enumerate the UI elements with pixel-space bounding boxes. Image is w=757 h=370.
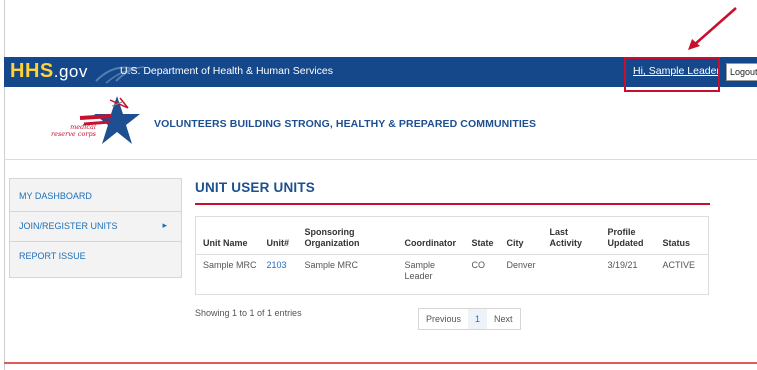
- column-header-unit-name[interactable]: Unit Name: [195, 216, 260, 255]
- footer-divider: [4, 362, 757, 364]
- pagination: Previous 1 Next: [418, 308, 521, 330]
- pagination-next-button[interactable]: Next: [487, 309, 520, 329]
- sidebar-item-my-dashboard[interactable]: MY DASHBOARD: [10, 179, 181, 212]
- annotation-arrow: [688, 7, 737, 50]
- hhs-top-bar: HHS.gov U.S. Department of Health & Huma…: [4, 57, 757, 87]
- entries-info: Showing 1 to 1 of 1 entries: [195, 308, 302, 318]
- column-header-coordinator[interactable]: Coordinator: [397, 216, 465, 255]
- cell-profile-updated: 3/19/21: [607, 260, 638, 270]
- cell-city: Denver: [506, 260, 536, 270]
- pagination-previous-button[interactable]: Previous: [419, 309, 468, 329]
- hhs-logo[interactable]: HHS.gov: [10, 60, 88, 83]
- column-header-status[interactable]: Status: [655, 216, 709, 255]
- column-header-profile-updated[interactable]: Profile Updated: [600, 216, 656, 255]
- page-title: UNIT USER UNITS: [195, 180, 316, 195]
- site-header: medical reserve corps VOLUNTEERS BUILDIN…: [4, 88, 757, 160]
- column-header-sponsoring-organization[interactable]: Sponsoring Organization: [297, 216, 398, 255]
- star-icon: [79, 96, 140, 144]
- table-row: Sample MRC 2103 Sample MRC Sample Leader…: [196, 255, 709, 295]
- pagination-page-1[interactable]: 1: [468, 309, 488, 329]
- column-header-state[interactable]: State: [464, 216, 500, 255]
- units-table: Unit Name Unit# Sponsoring Organization …: [195, 216, 709, 295]
- cell-unit-number-link[interactable]: 2103: [260, 255, 298, 295]
- sidebar-item-label: MY DASHBOARD: [19, 191, 92, 201]
- table-header-row: Unit Name Unit# Sponsoring Organization …: [195, 216, 709, 255]
- column-header-last-activity[interactable]: Last Activity: [542, 216, 601, 255]
- department-name: U.S. Department of Health & Human Servic…: [120, 65, 334, 77]
- cell-unit-name: Sample MRC: [203, 260, 257, 270]
- sidebar-nav: MY DASHBOARD JOIN/REGISTER UNITS ▸ REPOR…: [9, 178, 182, 278]
- logout-button[interactable]: Logout: [726, 63, 757, 81]
- column-header-unit-number[interactable]: Unit#: [259, 216, 298, 255]
- column-header-city[interactable]: City: [499, 216, 543, 255]
- site-tagline: VOLUNTEERS BUILDING STRONG, HEALTHY & PR…: [154, 118, 537, 130]
- cell-sponsoring-org: Sample MRC: [304, 260, 359, 270]
- cell-status: ACTIVE: [662, 260, 696, 270]
- title-divider: [195, 203, 710, 205]
- chevron-right-icon: ▸: [162, 220, 167, 230]
- cell-last-activity: [543, 255, 601, 295]
- sidebar-item-label: JOIN/REGISTER UNITS: [19, 221, 118, 231]
- cell-coordinator: Sample Leader: [404, 260, 436, 281]
- user-greeting-link[interactable]: Hi, Sample Leader: [633, 65, 720, 77]
- mrc-logo[interactable]: medical reserve corps: [50, 94, 140, 154]
- sidebar-item-join-register-units[interactable]: JOIN/REGISTER UNITS ▸: [10, 212, 181, 242]
- sidebar-item-report-issue[interactable]: REPORT ISSUE: [10, 242, 181, 272]
- cell-state: CO: [471, 260, 486, 270]
- sidebar-item-label: REPORT ISSUE: [19, 251, 86, 261]
